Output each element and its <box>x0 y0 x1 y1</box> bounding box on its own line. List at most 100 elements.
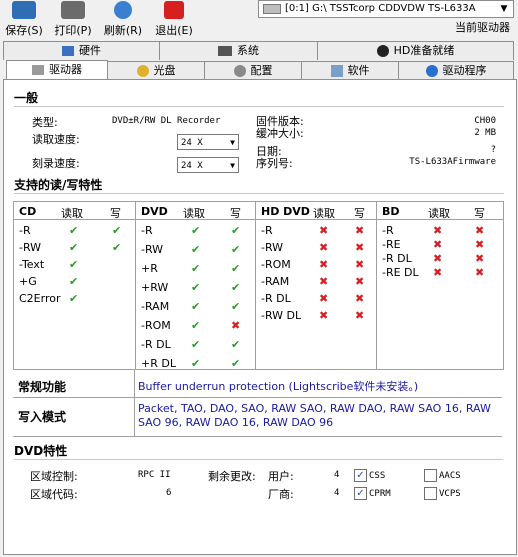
check-icon: ✔ <box>231 243 241 256</box>
cross-icon: ✖ <box>433 238 443 251</box>
dvd-row-label: -ROM <box>141 319 171 332</box>
cross-icon: ✖ <box>319 309 329 322</box>
aacs-checkbox[interactable] <box>424 469 437 482</box>
cross-icon: ✖ <box>319 241 329 254</box>
check-icon: ✔ <box>112 241 122 254</box>
buffer-value: 2 MB <box>474 128 496 138</box>
bd-column: BD 读取 写 -R ✖ ✖ -RE ✖ ✖ -R DL ✖ ✖ -RE DL ✖ ✖ <box>376 202 504 369</box>
drive-select[interactable]: [0:1] G:\ TSSTcorp CDDVDW TS-L633A ▼ <box>258 0 514 18</box>
cross-icon: ✖ <box>319 224 329 237</box>
exit-button[interactable]: 退出(E) <box>152 0 196 38</box>
hddvd-row-label: -R DL <box>261 292 291 305</box>
check-icon: ✔ <box>231 262 241 275</box>
disc-icon <box>136 65 149 77</box>
refresh-button[interactable]: 刷新(R) <box>102 0 144 38</box>
hddvd-row-label: -ROM <box>261 258 291 271</box>
software-icon <box>330 65 343 77</box>
bd-row-label: -R DL <box>382 252 412 265</box>
cross-icon: ✖ <box>475 238 485 251</box>
cross-icon: ✖ <box>319 292 329 305</box>
dvd-features-title: DVD特性 <box>14 444 68 458</box>
region-code-value: 6 <box>166 488 172 498</box>
dvd-row-label: -RW <box>141 243 164 256</box>
gear-icon <box>233 65 246 77</box>
save-icon <box>12 1 36 19</box>
cross-icon: ✖ <box>231 319 241 332</box>
cd-header: CD <box>19 205 37 218</box>
print-button[interactable]: 打印(P) <box>52 0 94 38</box>
dvd-row-label: -RAM <box>141 300 170 313</box>
cross-icon: ✖ <box>355 292 365 305</box>
cross-icon: ✖ <box>475 266 485 279</box>
cd-row-label: -RW <box>19 241 42 254</box>
dvd-row-label: +RW <box>141 281 169 294</box>
tab-disc[interactable]: 光盘 <box>107 61 205 80</box>
system-icon <box>218 46 232 56</box>
buffer-label: 缓冲大小: <box>256 127 304 140</box>
check-icon: ✔ <box>112 224 122 237</box>
check-icon: ✔ <box>69 241 79 254</box>
region-control-label: 区域控制: <box>30 470 78 483</box>
vcps-checkbox[interactable] <box>424 487 437 500</box>
check-icon: ✔ <box>69 275 79 288</box>
cross-icon: ✖ <box>355 309 365 322</box>
css-checkbox[interactable]: ✓ <box>354 469 367 482</box>
dvd-row-label: -R DL <box>141 338 171 351</box>
save-button[interactable]: 保存(S) <box>4 0 44 38</box>
cd-row-label: +G <box>19 275 37 288</box>
tab-config[interactable]: 配置 <box>204 61 302 80</box>
vendor-label: 厂商: <box>268 488 294 501</box>
hd-ready-icon <box>376 45 389 57</box>
read-speed-select[interactable]: 24 X ▼ <box>177 134 239 150</box>
cross-icon: ✖ <box>355 275 365 288</box>
toolbar: 保存(S) 打印(P) 刷新(R) 退出(E) [0:1] G:\ TSSTco… <box>0 0 518 40</box>
cd-row-label: -R <box>19 224 31 237</box>
vendor-value: 4 <box>334 488 340 498</box>
hardware-icon <box>62 46 74 56</box>
tab-hd-ready[interactable]: HD准备就绪 <box>317 41 514 60</box>
exit-icon <box>164 1 184 19</box>
dvd-header: DVD <box>141 205 168 218</box>
bd-row-label: -R <box>382 224 394 237</box>
write-speed-select[interactable]: 24 X ▼ <box>177 157 239 173</box>
write-speed-label: 刻录速度: <box>32 157 80 170</box>
divider <box>14 106 504 107</box>
print-icon <box>61 1 85 19</box>
check-icon: ✔ <box>191 243 201 256</box>
cross-icon: ✖ <box>433 266 443 279</box>
dvd-column: DVD 读取 写 -R ✔ ✔ -RW ✔ ✔ +R ✔ ✔ +RW ✔ ✔ -RAM ✔ ✔ -ROM ✔ ✖ -… <box>135 202 256 370</box>
tab-driver[interactable]: 驱动程序 <box>398 61 514 80</box>
hddvd-header: HD DVD <box>261 205 310 218</box>
general-features-value: Buffer underrun protection (Lightscribe软… <box>138 380 419 393</box>
info-icon <box>425 65 438 77</box>
remaining-changes-label: 剩余更改: <box>208 470 256 483</box>
tab-hardware[interactable]: 硬件 <box>3 41 160 60</box>
chevron-down-icon: ▼ <box>230 161 235 170</box>
check-icon: ✔ <box>69 224 79 237</box>
check-icon: ✔ <box>69 292 79 305</box>
check-icon: ✔ <box>191 262 201 275</box>
general-features-label: 常规功能 <box>18 380 67 394</box>
css-label: CSS <box>369 471 386 481</box>
check-icon: ✔ <box>231 338 241 351</box>
cprm-label: CPRM <box>369 489 391 499</box>
divider <box>14 193 504 194</box>
user-label: 用户: <box>268 470 294 483</box>
cprm-checkbox[interactable]: ✓ <box>354 487 367 500</box>
check-icon: ✔ <box>231 224 241 237</box>
cd-column: CD 读取 写 -R ✔ ✔ -RW ✔ ✔ -Text ✔ +G ✔ C2Error ✔ <box>14 202 135 369</box>
tab-system[interactable]: 系统 <box>159 41 318 60</box>
cross-icon: ✖ <box>475 224 485 237</box>
hddvd-row-label: -R <box>261 224 273 237</box>
bd-row-label: -RE <box>382 238 401 251</box>
check-icon: ✔ <box>191 224 201 237</box>
aacs-label: AACS <box>439 471 461 481</box>
bd-header: BD <box>382 205 400 218</box>
tab-drive[interactable]: 驱动器 <box>6 60 108 80</box>
write-modes-value: Packet, TAO, DAO, SAO, RAW SAO, RAW DAO,… <box>138 402 491 429</box>
tab-software[interactable]: 软件 <box>301 61 399 80</box>
write-modes-label: 写入模式 <box>18 410 67 424</box>
cross-icon: ✖ <box>355 258 365 271</box>
cross-icon: ✖ <box>433 224 443 237</box>
user-value: 4 <box>334 470 340 480</box>
